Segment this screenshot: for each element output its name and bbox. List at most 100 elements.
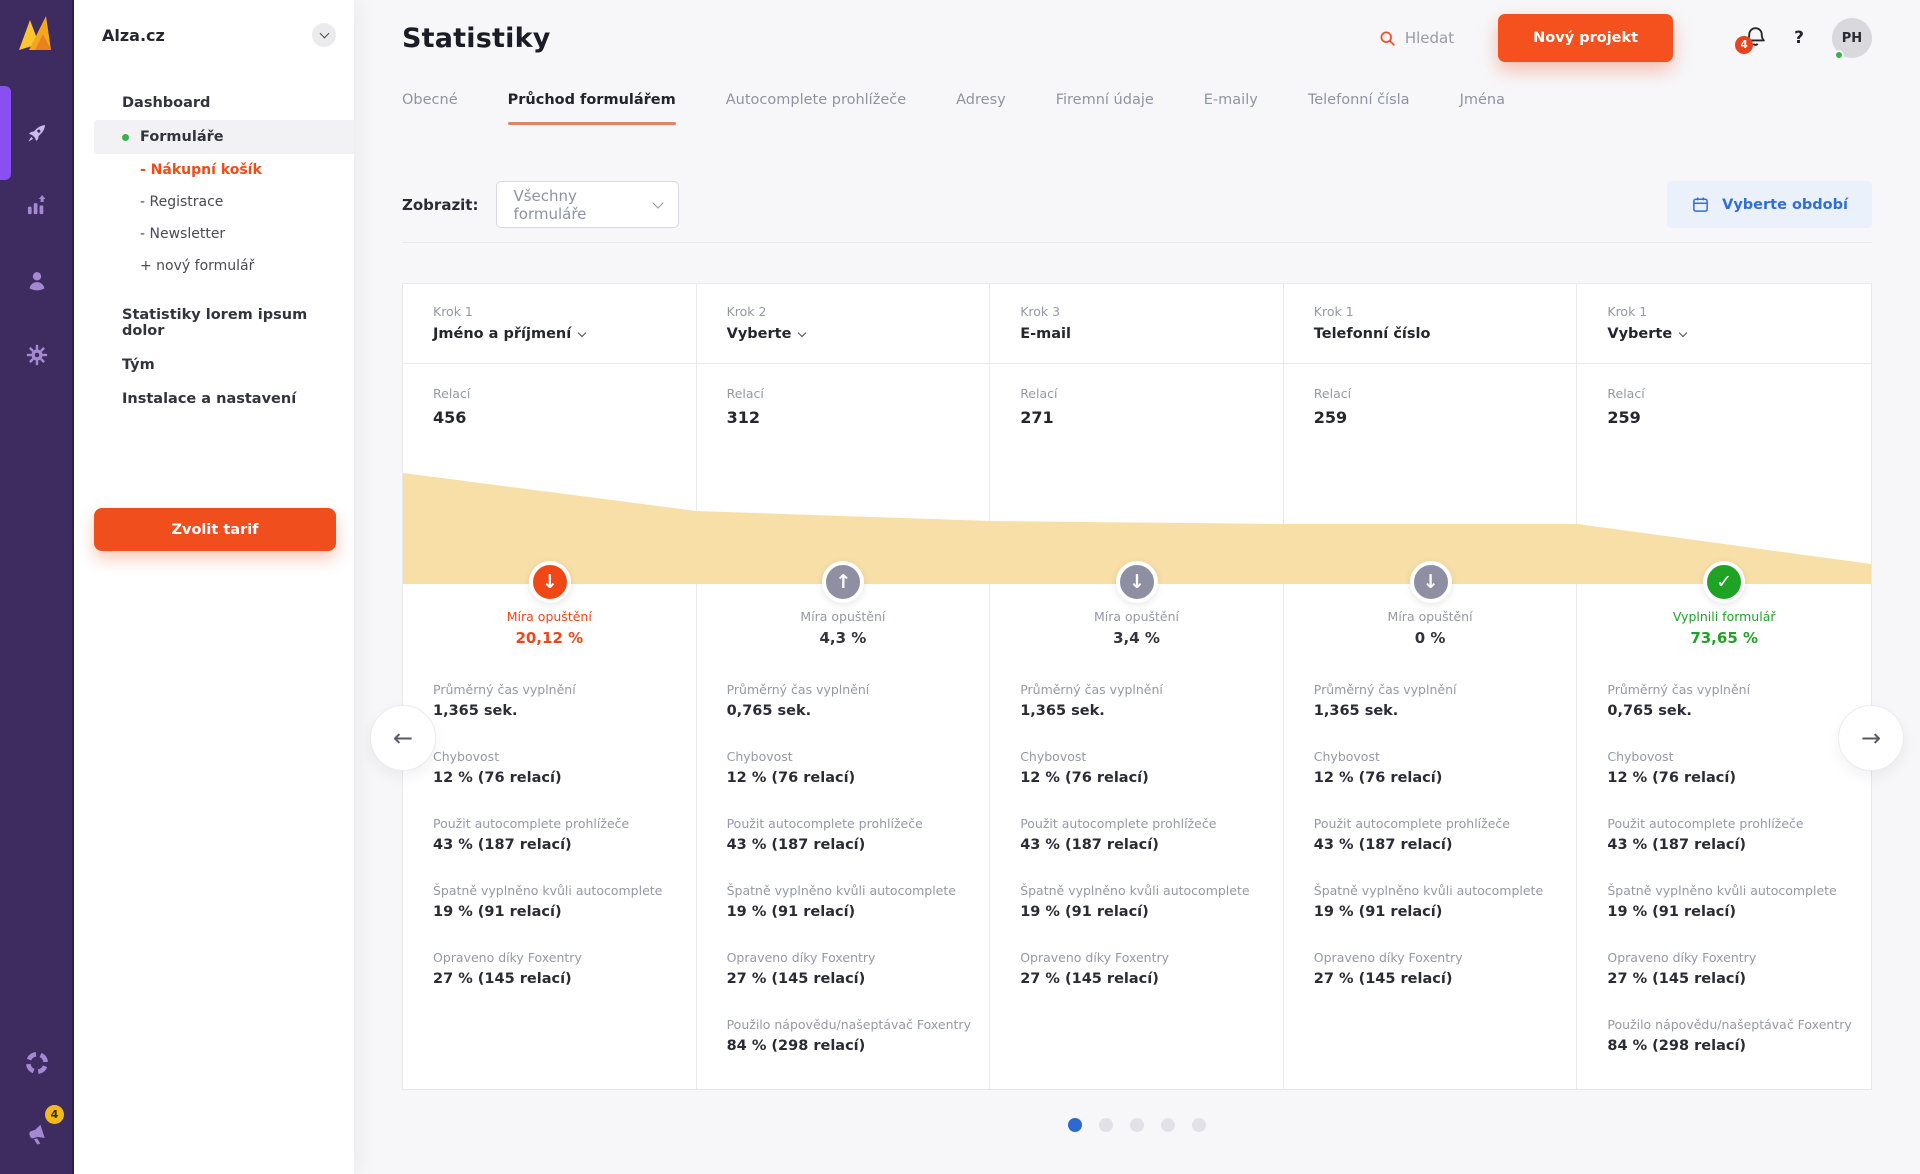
project-switcher-button[interactable] [312, 23, 336, 47]
stat-item: Opraveno díky Foxentry27 % (145 relací) [727, 950, 980, 989]
sidebar-item-label: Dashboard [122, 95, 210, 111]
sidebar-item-dashboard[interactable]: Dashboard [74, 86, 354, 120]
select-period-button[interactable]: Vyberte období [1667, 181, 1872, 228]
stat-label: Opraveno díky Foxentry [727, 950, 980, 966]
notifications-button[interactable]: 4 [1743, 24, 1768, 53]
tab-jm-na[interactable]: Jména [1460, 92, 1505, 125]
tab-pr-chod-formul-em[interactable]: Průchod formulářem [508, 92, 676, 125]
rate-label: Vyplnili formulář [1577, 608, 1871, 625]
funnel-step-header[interactable]: Krok 1Telefonní číslo [1284, 284, 1577, 364]
stat-item: Špatně vyplněno kvůli autocomplete19 % (… [727, 883, 980, 922]
stat-item: Opraveno díky Foxentry27 % (145 relací) [433, 950, 686, 989]
carousel-dot-4[interactable] [1161, 1118, 1175, 1132]
tab-e-maily[interactable]: E-maily [1204, 92, 1258, 125]
funnel-step-header[interactable]: Krok 2 Vyberte [697, 284, 990, 364]
stat-value: 84 % (298 relací) [727, 1037, 980, 1056]
stat-value: 27 % (145 relací) [1020, 970, 1273, 989]
filter-row: Zobrazit: Všechny formuláře Vyberte obdo… [402, 181, 1872, 228]
form-select[interactable]: Všechny formuláře [496, 181, 679, 228]
megaphone-icon [23, 1121, 51, 1149]
stat-label: Opraveno díky Foxentry [1607, 950, 1861, 966]
funnel-column: Krok 1VyberteRelací259Vyplnili formulář7… [1577, 284, 1871, 1089]
sidebar-item-registrace[interactable]: - Registrace [74, 186, 354, 218]
sidebar-item-t-m[interactable]: Tým [74, 348, 354, 382]
sidebar-item-label: Formuláře [140, 129, 224, 145]
sidebar-item-label: Statistiky lorem ipsum dolor [122, 307, 338, 339]
stat-value: 43 % (187 relací) [1020, 836, 1273, 855]
step-label: Krok 2 [727, 304, 960, 319]
rocket-icon [23, 119, 51, 147]
stat-label: Chybovost [1607, 749, 1861, 765]
select-period-label: Vyberte období [1722, 197, 1848, 213]
sidebar-item-n-kupn-ko-k[interactable]: - Nákupní košík [74, 154, 354, 186]
stats-list: Průměrný čas vyplnění1,365 sek.Chybovost… [1284, 682, 1577, 989]
stat-label: Opraveno díky Foxentry [1314, 950, 1567, 966]
sidebar-item-newsletter[interactable]: - Newsletter [74, 218, 354, 250]
field-name: Vyberte [1607, 326, 1841, 342]
rate-label: Míra opuštění [1284, 608, 1577, 625]
stat-value: 12 % (76 relací) [433, 769, 686, 788]
tab-telefonn-sla[interactable]: Telefonní čísla [1308, 92, 1410, 125]
stat-item: Průměrný čas vyplnění1,365 sek. [1314, 682, 1567, 721]
rail-item-settings[interactable] [0, 318, 74, 392]
carousel-dot-2[interactable] [1099, 1118, 1113, 1132]
chevron-down-icon [653, 197, 664, 208]
step-label: Krok 3 [1020, 304, 1253, 319]
stat-label: Špatně vyplněno kvůli autocomplete [1020, 883, 1273, 899]
foxentry-logo[interactable] [13, 10, 61, 58]
sidebar-item-statistiky-lorem-ipsum-dolor[interactable]: Statistiky lorem ipsum dolor [74, 298, 354, 348]
calendar-icon [1691, 195, 1710, 214]
new-project-button[interactable]: Nový projekt [1498, 14, 1673, 62]
stat-item: Průměrný čas vyplnění0,765 sek. [1607, 682, 1861, 721]
page-title: Statistiky [402, 23, 551, 54]
tab-firemn-daje[interactable]: Firemní údaje [1056, 92, 1154, 125]
carousel-prev-button[interactable]: ← [370, 705, 436, 771]
rail-item-statistics[interactable] [0, 169, 74, 243]
stat-value: 19 % (91 relací) [1314, 903, 1567, 922]
carousel-dot-5[interactable] [1192, 1118, 1206, 1132]
carousel-dot-3[interactable] [1130, 1118, 1144, 1132]
sidebar-item-instalace-a-nastaven[interactable]: Instalace a nastavení [74, 382, 354, 416]
sessions-block: Relací456 [403, 386, 696, 428]
sessions-value: 312 [727, 408, 960, 428]
stat-label: Průměrný čas vyplnění [1314, 682, 1567, 698]
field-name: E-mail [1020, 326, 1253, 342]
help-button[interactable]: ? [1794, 28, 1804, 48]
stat-label: Špatně vyplněno kvůli autocomplete [1314, 883, 1567, 899]
field-name: Vyberte [727, 326, 960, 342]
check-icon: ✓ [1703, 561, 1745, 603]
funnel-step-header[interactable]: Krok 1Jméno a příjmení [403, 284, 696, 364]
field-name: Telefonní číslo [1314, 326, 1547, 342]
form-select-value: Všechny formuláře [513, 187, 654, 223]
rail-item-forms[interactable] [0, 96, 74, 170]
avatar[interactable]: PH [1832, 18, 1872, 58]
stat-item: Opraveno díky Foxentry27 % (145 relací) [1020, 950, 1273, 989]
stat-label: Průměrný čas vyplnění [727, 682, 980, 698]
stat-label: Špatně vyplněno kvůli autocomplete [433, 883, 686, 899]
tab-obecn[interactable]: Obecné [402, 92, 458, 125]
stat-label: Průměrný čas vyplnění [1020, 682, 1273, 698]
sessions-value: 259 [1314, 408, 1547, 428]
choose-plan-button[interactable]: Zvolit tarif [94, 508, 336, 551]
divider [402, 242, 1872, 243]
carousel-dot-1[interactable] [1068, 1118, 1082, 1132]
funnel-step-header[interactable]: Krok 1Vyberte [1577, 284, 1871, 364]
rail-item-support[interactable] [0, 1026, 74, 1100]
sidebar-item-label: - Newsletter [140, 226, 225, 242]
rail-item-announcements[interactable]: 4 [0, 1098, 74, 1172]
search-input[interactable]: Hledat [1379, 29, 1454, 47]
stat-value: 12 % (76 relací) [1020, 769, 1273, 788]
stat-item: Použilo nápovědu/našeptávač Foxentry84 %… [1607, 1017, 1861, 1056]
tab-adresy[interactable]: Adresy [956, 92, 1006, 125]
tab-autocomplete-prohl-e-e[interactable]: Autocomplete prohlížeče [726, 92, 906, 125]
sidebar-item-formul-e[interactable]: Formuláře [94, 120, 354, 154]
sidebar-item-nov-formul[interactable]: + nový formulář [74, 250, 354, 282]
sessions-block: Relací259 [1577, 386, 1871, 428]
rail-item-users[interactable] [0, 244, 74, 318]
carousel-next-button[interactable]: → [1838, 705, 1904, 771]
stat-label: Použit autocomplete prohlížeče [1314, 816, 1567, 832]
stat-value: 12 % (76 relací) [727, 769, 980, 788]
stat-value: 1,365 sek. [1020, 702, 1273, 721]
funnel-step-header[interactable]: Krok 3 E-mail [990, 284, 1283, 364]
stat-value: 27 % (145 relací) [1607, 970, 1861, 989]
